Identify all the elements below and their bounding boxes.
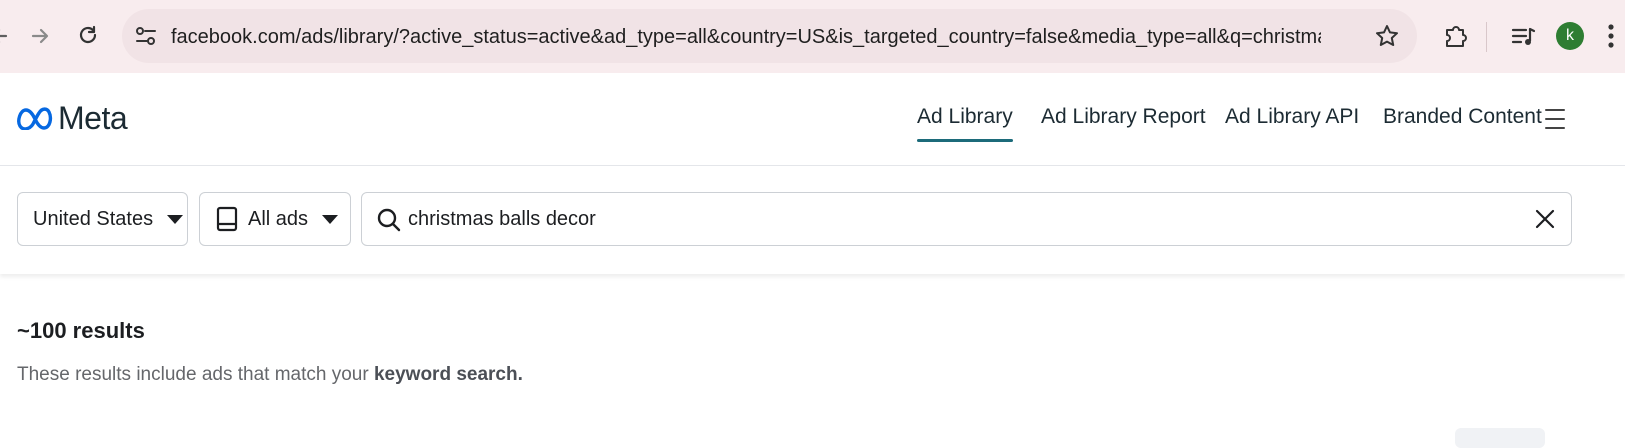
- media-controls-icon[interactable]: [1508, 21, 1538, 56]
- url-text[interactable]: facebook.com/ads/library/?active_status=…: [171, 25, 1321, 49]
- caret-down-icon: [167, 214, 184, 224]
- caret-down-icon: [322, 214, 339, 224]
- reload-icon: [79, 25, 97, 44]
- meta-infinity-icon: [17, 107, 53, 130]
- address-bar[interactable]: facebook.com/ads/library/?active_status=…: [122, 9, 1417, 63]
- extensions-puzzle-icon[interactable]: [1441, 21, 1471, 56]
- search-filter-bar: United States All ads: [0, 166, 1625, 274]
- arrow-right-icon: [31, 28, 49, 44]
- tab-ad-library-api[interactable]: Ad Library API: [1225, 105, 1359, 129]
- ad-category-dropdown[interactable]: All ads: [199, 192, 351, 246]
- results-note-keyword: keyword search.: [373, 364, 523, 385]
- country-dropdown[interactable]: United States: [17, 192, 188, 246]
- tab-ad-library-report[interactable]: Ad Library Report: [1041, 105, 1206, 129]
- results-note-text: These results include ads that match you…: [17, 364, 374, 385]
- country-dropdown-label: United States: [33, 207, 154, 230]
- back-button[interactable]: [0, 22, 14, 50]
- filters-button-partial[interactable]: [1455, 428, 1545, 448]
- hamburger-menu-icon[interactable]: [1545, 109, 1565, 136]
- results-count: ~100 results: [17, 318, 145, 343]
- toolbar-divider: [1486, 22, 1487, 52]
- meta-logo[interactable]: Meta: [16, 99, 128, 136]
- search-icon: [377, 208, 401, 232]
- meta-wordmark: Meta: [58, 99, 128, 136]
- tab-branded-content[interactable]: Branded Content: [1383, 105, 1542, 129]
- tablet-icon: [216, 206, 238, 232]
- browser-menu-icon[interactable]: [1604, 20, 1618, 57]
- site-header: Meta Ad Library Ad Library Report Ad Lib…: [0, 73, 1625, 166]
- results-note: These results include ads that match you…: [17, 364, 523, 386]
- arrow-left-icon: [0, 29, 8, 43]
- close-icon[interactable]: [1533, 207, 1557, 231]
- bookmark-star-icon[interactable]: [1373, 22, 1401, 55]
- tab-ad-library[interactable]: Ad Library: [917, 105, 1013, 142]
- ad-category-label: All ads: [248, 207, 309, 230]
- search-input[interactable]: [408, 203, 1508, 235]
- keyword-search-box[interactable]: [361, 192, 1572, 246]
- browser-toolbar: facebook.com/ads/library/?active_status=…: [0, 0, 1625, 74]
- forward-button[interactable]: [26, 22, 54, 50]
- reload-button[interactable]: [74, 22, 102, 50]
- site-info-icon[interactable]: [132, 22, 160, 50]
- profile-avatar[interactable]: k: [1556, 22, 1584, 50]
